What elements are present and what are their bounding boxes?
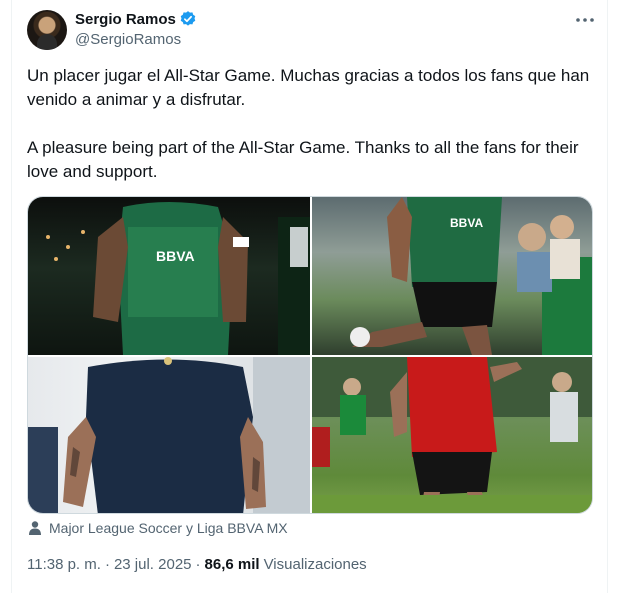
photo-player-back-navy-shirt[interactable] <box>28 357 310 513</box>
verified-badge-icon <box>179 10 197 28</box>
photo-player-kicking-ball[interactable]: BBVA <box>312 197 592 355</box>
author-name-row: Sergio Ramos <box>75 10 197 28</box>
tweet-time[interactable]: 11:38 p. m. <box>27 556 101 573</box>
tweet-card: Sergio Ramos @SergioRamos Un placer juga… <box>11 0 608 593</box>
separator: · <box>104 556 110 573</box>
tweet-metadata: 11:38 p. m. · 23 jul. 2025 · 86,6 mil Vi… <box>27 556 367 573</box>
separator: · <box>195 556 201 573</box>
media-attribution: Major League Soccer y Liga BBVA MX <box>27 520 288 536</box>
views-label: Visualizaciones <box>263 556 367 573</box>
svg-text:BBVA: BBVA <box>450 216 483 230</box>
views-count: 86,6 mil <box>204 556 260 573</box>
tweet-text-spanish: Un placer jugar el All-Star Game. Muchas… <box>27 66 590 109</box>
tweet-text: Un placer jugar el All-Star Game. Muchas… <box>27 64 597 184</box>
photo-player-red-jersey[interactable] <box>312 357 592 513</box>
avatar[interactable] <box>27 10 67 50</box>
tweet-text-english: A pleasure being part of the All-Star Ga… <box>27 138 579 181</box>
photo-player-green-jersey[interactable]: BBVA <box>28 197 310 355</box>
tweet-date[interactable]: 23 jul. 2025 <box>114 556 192 573</box>
author-handle[interactable]: @SergioRamos <box>75 31 181 48</box>
person-icon <box>29 521 41 535</box>
more-options-icon[interactable] <box>571 8 599 32</box>
media-gallery: BBVA BBVA <box>27 196 593 514</box>
attribution-text[interactable]: Major League Soccer y Liga BBVA MX <box>49 520 288 536</box>
svg-text:BBVA: BBVA <box>156 248 195 264</box>
author-name[interactable]: Sergio Ramos <box>75 11 176 28</box>
